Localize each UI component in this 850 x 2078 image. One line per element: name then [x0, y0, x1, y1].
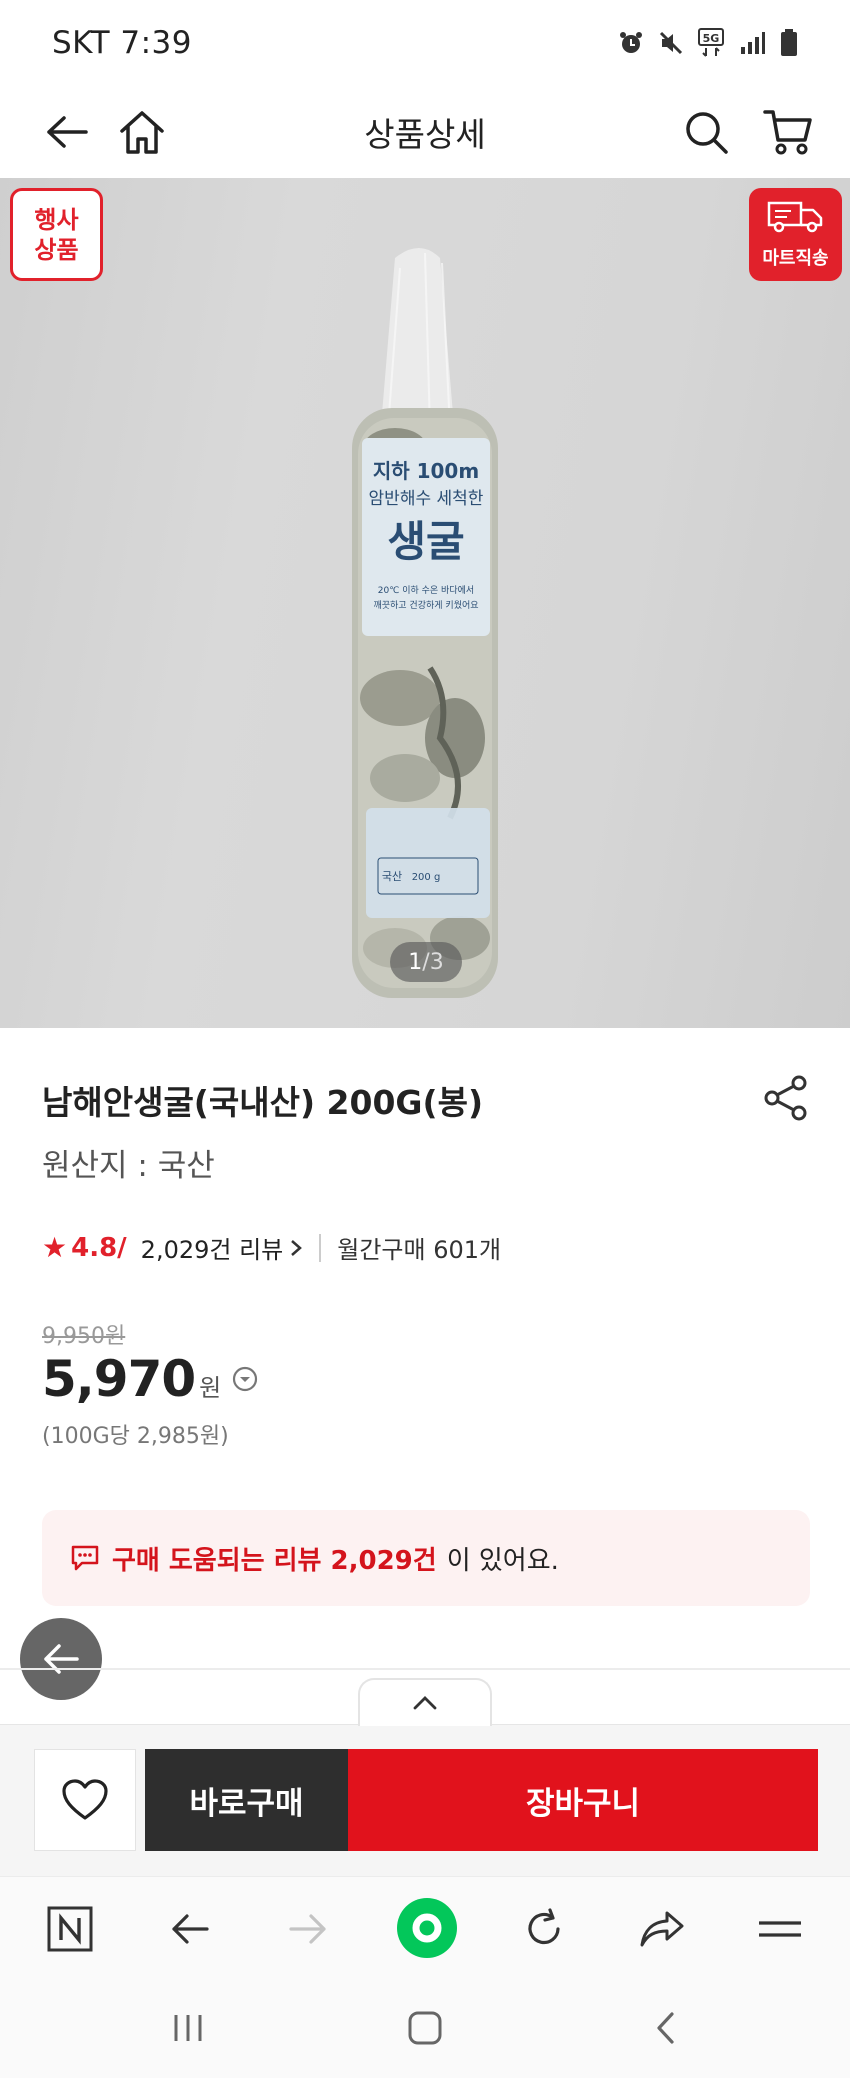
- svg-text:암반해수 세척한: 암반해수 세척한: [369, 489, 484, 509]
- back-icon[interactable]: [162, 1901, 218, 1957]
- svg-text:국산: 국산: [382, 870, 402, 883]
- chevron-up-icon: [413, 1696, 437, 1710]
- image-counter-current: 1: [408, 949, 423, 975]
- product-name: 남해안생굴(국내산) 200G(봉): [42, 1083, 484, 1122]
- wishlist-button[interactable]: [34, 1749, 136, 1851]
- divider: [319, 1233, 322, 1262]
- svg-text:깨끗하고 건강하게 키웠어요: 깨끗하고 건강하게 키웠어요: [373, 599, 478, 611]
- monthly-sales: 월간구매 601개: [337, 1236, 502, 1264]
- svg-text:200 g: 200 g: [412, 872, 441, 883]
- currency-unit: 원: [199, 1374, 222, 1402]
- reviews-link-label: 2,029건 리뷰: [140, 1236, 284, 1264]
- heart-icon: [62, 1779, 108, 1820]
- chevron-right-icon: [291, 1239, 303, 1256]
- forward-icon[interactable]: [280, 1901, 336, 1957]
- origin-label: 원산지 : 국산: [42, 1148, 215, 1184]
- rating-score: 4.8/: [71, 1232, 127, 1263]
- system-navigation-bar: [0, 1978, 850, 2078]
- home-button-icon[interactable]: [395, 2000, 455, 2056]
- event-badge-line2: 상품: [34, 235, 79, 264]
- svg-text:생굴: 생굴: [387, 517, 464, 566]
- buy-now-button[interactable]: 바로구매: [145, 1749, 348, 1851]
- share-icon[interactable]: [760, 1072, 812, 1124]
- review-banner-highlight: 구매 도움되는 리뷰 2,029건: [112, 1545, 437, 1576]
- sale-price-row: 5,970 원: [42, 1350, 259, 1408]
- image-counter-total: /3: [422, 949, 444, 975]
- image-page-counter: 1/3: [390, 942, 462, 982]
- search-icon[interactable]: [674, 100, 738, 164]
- share-icon[interactable]: [634, 1901, 690, 1957]
- status-bar: SKT 7:39 5G: [0, 0, 850, 86]
- cart-icon[interactable]: [756, 100, 820, 164]
- naver-icon[interactable]: [42, 1901, 98, 1957]
- reviews-link[interactable]: 2,029건 리뷰: [141, 1230, 304, 1265]
- svg-text:5G: 5G: [703, 32, 720, 45]
- back-arrow-icon: [44, 1644, 79, 1674]
- product-image: 지하 100m 암반해수 세척한 생굴 20℃ 이하 수온 바다에서 깨끗하고 …: [352, 248, 498, 998]
- expand-purchase-panel-button[interactable]: [358, 1678, 492, 1726]
- signal-icon: [740, 31, 766, 55]
- delivery-truck-icon: [767, 199, 825, 238]
- 5g-icon: 5G: [698, 28, 726, 58]
- browser-toolbar: [0, 1876, 850, 1978]
- chat-bubble-icon: [71, 1545, 99, 1571]
- system-back-icon[interactable]: [636, 2000, 696, 2056]
- event-badge-line1: 행사: [34, 205, 79, 234]
- rating-row: ★ 4.8/ 2,029건 리뷰 월간구매 601개: [42, 1230, 501, 1265]
- original-price: 9,950원: [42, 1324, 126, 1349]
- recent-apps-icon[interactable]: [158, 2000, 218, 2056]
- alarm-icon: [618, 30, 644, 56]
- add-to-cart-button[interactable]: 장바구니: [348, 1749, 818, 1851]
- menu-icon[interactable]: [752, 1901, 808, 1957]
- mute-icon: [658, 30, 684, 56]
- system-icons: 5G: [618, 28, 798, 58]
- home-circle-icon[interactable]: [396, 1897, 458, 1959]
- event-product-badge: 행사 상품: [10, 188, 103, 281]
- refresh-icon[interactable]: [516, 1901, 572, 1957]
- mart-direct-delivery-badge: 마트직송: [749, 188, 842, 281]
- star-icon: ★: [42, 1231, 68, 1264]
- sale-price: 5,970: [42, 1350, 196, 1408]
- purchase-bar: 바로구매 장바구니: [0, 1724, 850, 1876]
- review-highlight-banner[interactable]: 구매 도움되는 리뷰 2,029건 이 있어요.: [42, 1510, 810, 1606]
- mart-badge-label: 마트직송: [762, 248, 829, 269]
- product-image-gallery[interactable]: 지하 100m 암반해수 세척한 생굴 20℃ 이하 수온 바다에서 깨끗하고 …: [0, 178, 850, 1028]
- status-time: SKT 7:39: [52, 25, 193, 61]
- floating-back-button[interactable]: [20, 1618, 102, 1700]
- svg-text:지하 100m: 지하 100m: [373, 459, 479, 483]
- review-banner-rest: 이 있어요.: [446, 1545, 559, 1576]
- unit-price: (100G당 2,985원): [42, 1424, 229, 1449]
- product-info-section: 남해안생굴(국내산) 200G(봉) 원산지 : 국산 ★ 4.8/ 2,029…: [0, 1028, 850, 1668]
- svg-text:20℃ 이하 수온 바다에서: 20℃ 이하 수온 바다에서: [378, 585, 474, 596]
- app-header: 상품상세: [0, 86, 850, 178]
- price-dropdown-icon[interactable]: [231, 1365, 259, 1393]
- section-divider: [0, 1668, 850, 1670]
- battery-icon: [780, 29, 798, 57]
